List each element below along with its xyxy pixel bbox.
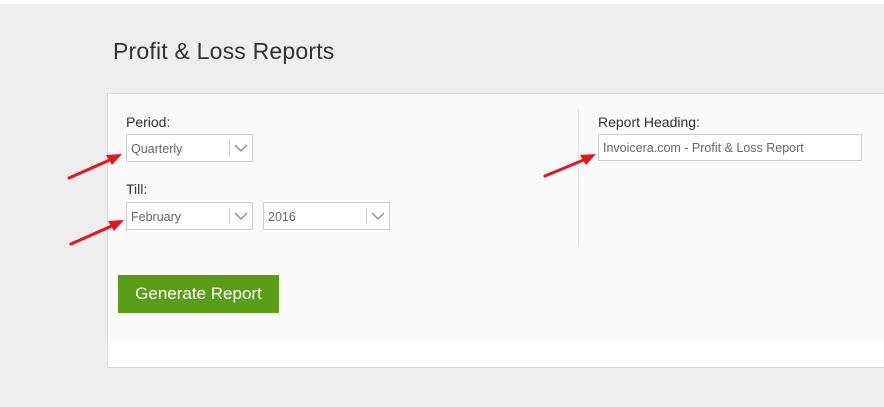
period-select-value: Quarterly xyxy=(131,142,183,156)
till-label: Till: xyxy=(126,181,148,197)
red-arrow-icon xyxy=(67,154,122,180)
period-select[interactable]: Quarterly xyxy=(126,134,253,162)
select-separator xyxy=(229,208,230,224)
red-arrow-icon xyxy=(69,220,124,246)
chevron-down-icon xyxy=(234,144,248,152)
red-arrow-icon xyxy=(543,154,596,178)
generate-report-button[interactable]: Generate Report xyxy=(118,275,279,313)
select-separator xyxy=(229,140,230,156)
page-title: Profit & Loss Reports xyxy=(113,38,335,64)
till-year-select[interactable]: 2016 xyxy=(263,202,390,230)
till-year-value: 2016 xyxy=(268,210,296,224)
chevron-down-icon xyxy=(371,212,385,220)
report-heading-input[interactable] xyxy=(598,134,862,161)
select-separator xyxy=(366,208,367,224)
period-label: Period: xyxy=(126,114,171,130)
till-month-select[interactable]: February xyxy=(126,202,253,230)
report-form-panel: Period: Quarterly Till: February 2016 Re… xyxy=(107,93,884,368)
till-month-value: February xyxy=(131,210,182,224)
chevron-down-icon xyxy=(234,212,248,220)
report-heading-label: Report Heading: xyxy=(598,114,700,130)
